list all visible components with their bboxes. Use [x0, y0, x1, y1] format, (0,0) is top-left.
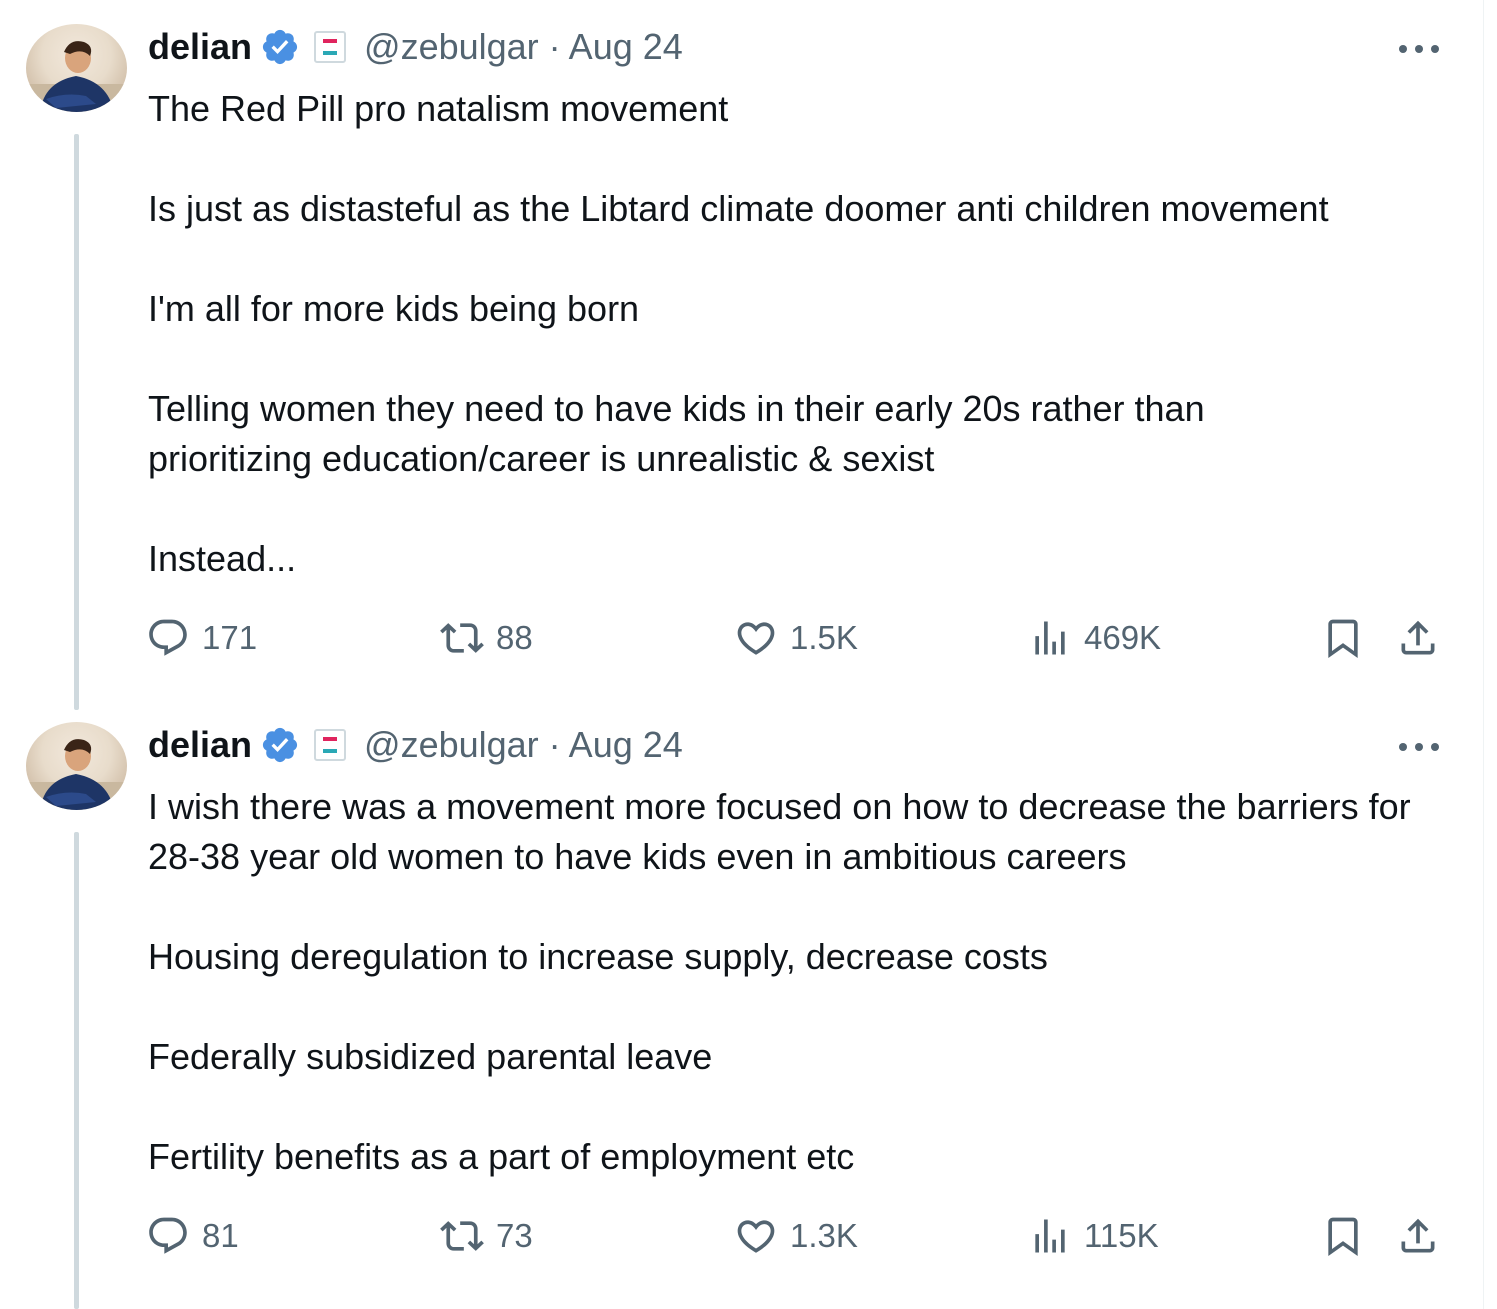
verified-badge-icon — [262, 727, 298, 763]
views-button[interactable]: 469K — [1028, 608, 1161, 668]
right-border — [1483, 0, 1484, 1309]
repost-button[interactable]: 88 — [440, 608, 533, 668]
reply-button[interactable]: 81 — [146, 1206, 239, 1266]
repost-count: 73 — [496, 1217, 533, 1254]
heart-icon — [737, 622, 775, 655]
share-button[interactable] — [1396, 608, 1440, 668]
tweet-paragraph: Is just as distasteful as the Libtard cl… — [148, 188, 1329, 229]
views-button[interactable]: 115K — [1028, 1206, 1159, 1266]
author-name[interactable]: delian — [148, 724, 252, 766]
like-button[interactable]: 1.3K — [734, 1206, 858, 1266]
reply-count: 171 — [202, 619, 258, 656]
share-button[interactable] — [1396, 1206, 1440, 1266]
tweet-paragraph: The Red Pill pro natalism movement — [148, 88, 729, 129]
tweet-header: delian @zebulgar · Aug 24 — [148, 720, 683, 770]
reply-icon — [149, 1217, 187, 1254]
avatar[interactable] — [26, 722, 127, 810]
like-button[interactable]: 1.5K — [734, 608, 858, 668]
tweet-text: The Red Pill pro natalism movement Is ju… — [148, 84, 1448, 584]
reply-icon — [149, 619, 187, 656]
avatar[interactable] — [26, 24, 127, 112]
views-icon — [1035, 1219, 1065, 1253]
handle-and-date[interactable]: @zebulgar · Aug 24 — [364, 26, 683, 68]
reply-button[interactable]: 171 — [146, 608, 257, 668]
handle-and-date[interactable]: @zebulgar · Aug 24 — [364, 724, 683, 766]
bookmark-icon — [1328, 1217, 1358, 1257]
more-options-icon[interactable] — [1399, 732, 1439, 762]
share-icon — [1401, 1218, 1435, 1253]
tweet-header: delian @zebulgar · Aug 24 — [148, 22, 683, 72]
flag-icon — [314, 729, 347, 761]
repost-button[interactable]: 73 — [440, 1206, 533, 1266]
bookmark-button[interactable] — [1321, 608, 1365, 668]
action-bar: 81 73 1.3K 115K — [0, 1206, 1483, 1266]
flag-icon — [314, 31, 347, 63]
bookmark-icon — [1328, 619, 1358, 659]
views-count: 115K — [1084, 1217, 1159, 1254]
tweet-text: I wish there was a movement more focused… — [148, 782, 1448, 1182]
tweet-paragraph: Instead... — [148, 538, 297, 579]
tweet-2[interactable]: delian @zebulgar · Aug 24 I wish there w… — [0, 698, 1483, 1309]
share-icon — [1401, 620, 1435, 655]
bookmark-button[interactable] — [1321, 1206, 1365, 1266]
tweet-paragraph: I wish there was a movement more focused… — [148, 786, 1411, 877]
author-name[interactable]: delian — [148, 26, 252, 68]
repost-count: 88 — [496, 619, 533, 656]
views-icon — [1035, 621, 1065, 655]
avatar-image — [26, 41, 127, 112]
verified-badge-icon — [262, 29, 298, 65]
tweet-paragraph: Fertility benefits as a part of employme… — [148, 1136, 855, 1177]
tweet-paragraph: Housing deregulation to increase supply,… — [148, 936, 1048, 977]
action-bar: 171 88 1.5K 469K — [0, 608, 1483, 668]
views-count: 469K — [1084, 619, 1162, 656]
more-options-icon[interactable] — [1399, 34, 1439, 64]
tweet-paragraph: Federally subsidized parental leave — [148, 1036, 713, 1077]
tweet-paragraph: I'm all for more kids being born — [148, 288, 640, 329]
heart-icon — [737, 1220, 775, 1253]
like-count: 1.5K — [790, 619, 858, 656]
like-count: 1.3K — [790, 1217, 858, 1254]
tweet-1[interactable]: delian @zebulgar · Aug 24 The Red Pill p… — [0, 0, 1483, 710]
repost-icon — [440, 623, 484, 653]
tweet-paragraph: Telling women they need to have kids in … — [148, 388, 1205, 479]
avatar-image — [26, 739, 127, 810]
repost-icon — [440, 1221, 484, 1251]
reply-count: 81 — [202, 1217, 239, 1254]
